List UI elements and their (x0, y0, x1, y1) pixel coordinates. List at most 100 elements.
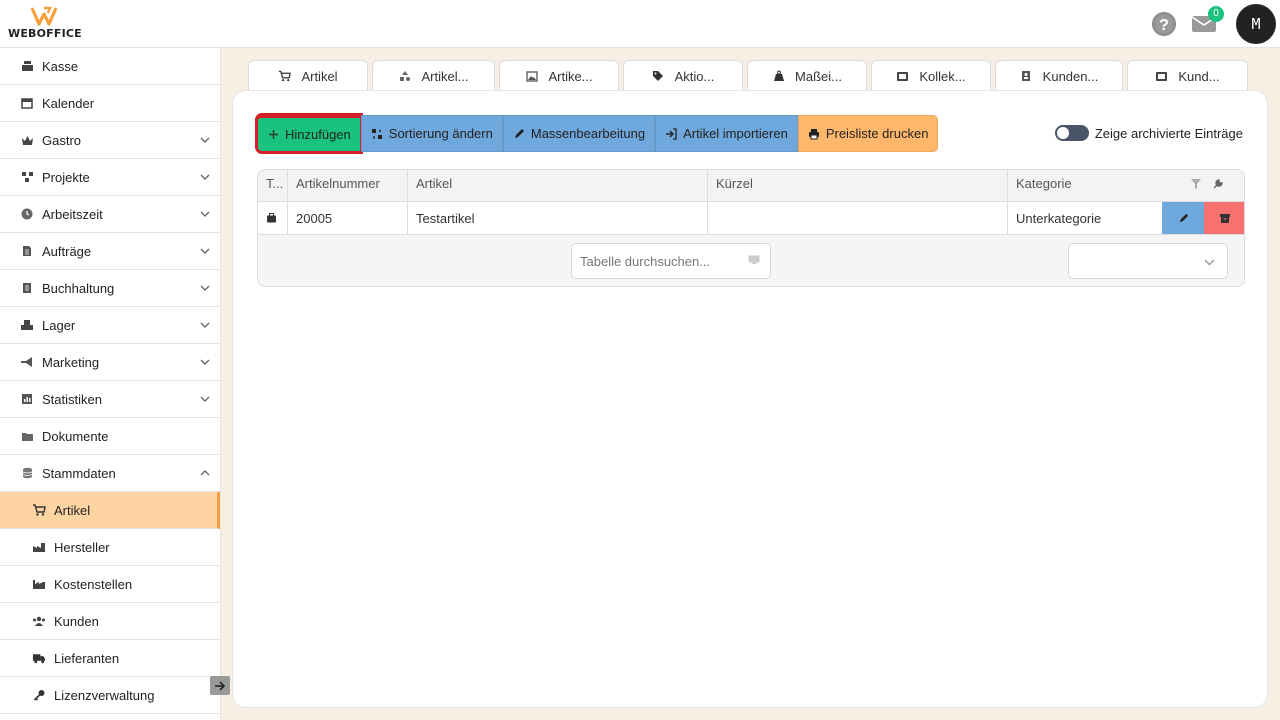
column-header-category[interactable]: Kategorie (1008, 170, 1244, 201)
chevron-down-icon (200, 248, 210, 254)
tab-kollektionen[interactable]: Kollek... (871, 60, 991, 91)
table-row[interactable]: 20005 Testartikel Unterkategorie (258, 202, 1244, 235)
main-content-card: Hinzufügen Sortierung ändern Massenbearb… (232, 90, 1268, 708)
cash-register-icon (20, 59, 34, 73)
sidebar-item-label: Statistiken (42, 391, 102, 407)
sidebar-item-label: Lieferanten (54, 650, 120, 666)
cart-icon (32, 503, 46, 517)
calendar-icon (20, 96, 34, 110)
chevron-down-icon (200, 211, 210, 217)
logo-mark-icon (30, 6, 58, 26)
sidebar-item-statistiken[interactable]: Statistiken (0, 381, 220, 418)
help-button[interactable]: ? (1152, 12, 1176, 36)
sidebar-item-kasse[interactable]: Kasse (0, 48, 220, 85)
add-button[interactable]: Hinzufügen (255, 113, 363, 154)
sidebar-subitem-kostenstellen[interactable]: Kostenstellen (0, 566, 220, 603)
sidebar-item-label: Gastro (42, 132, 82, 148)
keyboard-icon (748, 255, 760, 264)
crown-icon (20, 133, 34, 147)
tag-icon (652, 70, 665, 83)
sidebar-item-label: Arbeitszeit (42, 206, 103, 222)
wrench-icon[interactable] (1212, 178, 1224, 190)
chevron-down-icon (1204, 259, 1215, 266)
archive-row-button[interactable] (1204, 202, 1244, 234)
archive-icon (1220, 213, 1230, 223)
bulk-edit-label: Massenbearbeitung (530, 126, 646, 141)
sidebar-subitem-hersteller[interactable]: Hersteller (0, 529, 220, 566)
tab-label: Aktio... (674, 68, 715, 84)
column-header-type[interactable]: T... (258, 170, 288, 201)
key-icon (32, 688, 46, 702)
sidebar-collapse-button[interactable] (210, 676, 230, 695)
row-article-name: Testartikel (408, 202, 708, 234)
cart-icon (278, 70, 292, 83)
row-type-cell (258, 202, 288, 234)
tab-artikel-attribute[interactable]: Artikel... (372, 60, 495, 91)
sidebar-subitem-artikel[interactable]: Artikel (0, 492, 220, 529)
table-search[interactable] (571, 243, 771, 279)
collection-icon (1155, 70, 1168, 83)
pencil-icon (513, 128, 525, 140)
chevron-down-icon (200, 174, 210, 180)
sidebar-item-projekte[interactable]: Projekte (0, 159, 220, 196)
pencil-icon (1179, 213, 1188, 222)
edit-row-button[interactable] (1162, 202, 1204, 234)
print-pricelist-label: Preisliste drucken (825, 126, 929, 141)
sidebar-subitem-lieferanten[interactable]: Lieferanten (0, 640, 220, 677)
truck-icon (32, 651, 46, 665)
archived-entries-toggle[interactable]: Zeige archivierte Einträge (1054, 125, 1243, 141)
boxes-icon (20, 318, 34, 332)
sidebar-subitem-lizenzverwaltung[interactable]: Lizenzverwaltung (0, 677, 220, 714)
articles-table: T... Artikelnummer Artikel Kürzel Katego… (257, 169, 1245, 287)
chevron-down-icon (200, 137, 210, 143)
toggle-switch[interactable] (1054, 125, 1089, 141)
sidebar-item-label: Kasse (42, 58, 79, 74)
table-search-input[interactable] (572, 244, 732, 278)
sidebar-item-label: Kostenstellen (54, 576, 133, 592)
sidebar-item-marketing[interactable]: Marketing (0, 344, 220, 381)
tab-label: Artike... (548, 68, 593, 84)
sidebar-subitem-kunden[interactable]: Kunden (0, 603, 220, 640)
megaphone-icon (20, 355, 34, 369)
page-size-select[interactable] (1068, 243, 1228, 279)
tab-kundenpreise[interactable]: Kund... (1127, 60, 1248, 91)
change-sorting-button[interactable]: Sortierung ändern (360, 115, 503, 152)
column-header-category-label: Kategorie (1016, 176, 1072, 191)
sidebar-item-arbeitszeit[interactable]: Arbeitszeit (0, 196, 220, 233)
row-category-cell: Unterkategorie (1008, 202, 1244, 234)
weboffice-logo[interactable]: WEBOFFICE (8, 6, 82, 42)
sidebar-item-stammdaten[interactable]: Stammdaten (0, 455, 220, 492)
sidebar-item-kalender[interactable]: Kalender (0, 85, 220, 122)
column-header-article[interactable]: Artikel (408, 170, 708, 201)
print-pricelist-button[interactable]: Preisliste drucken (797, 115, 939, 152)
tab-label: Maßei... (795, 68, 842, 84)
sidebar-item-dokumente[interactable]: Dokumente (0, 418, 220, 455)
filter-icon[interactable] (1190, 178, 1202, 190)
tab-kundengruppen[interactable]: Kunden... (995, 60, 1123, 91)
sidebar-item-label: Projekte (42, 169, 90, 185)
sort-icon (371, 128, 383, 140)
shapes-icon (399, 70, 412, 83)
printer-icon (808, 128, 820, 140)
sidebar-item-gastro[interactable]: Gastro (0, 122, 220, 159)
column-header-article-number[interactable]: Artikelnummer (288, 170, 408, 201)
plus-icon (267, 129, 279, 141)
tab-artikel-bilder[interactable]: Artike... (499, 60, 619, 91)
sidebar-item-auftraege[interactable]: Aufträge (0, 233, 220, 270)
sidebar-item-label: Stammdaten (42, 465, 116, 481)
row-category: Unterkategorie (1016, 210, 1102, 226)
import-articles-button[interactable]: Artikel importieren (655, 115, 798, 152)
sidebar-item-label: Buchhaltung (42, 280, 115, 296)
id-card-icon (1020, 70, 1033, 83)
sidebar-item-lager[interactable]: Lager (0, 307, 220, 344)
sidebar-item-buchhaltung[interactable]: Buchhaltung (0, 270, 220, 307)
tab-aktionen[interactable]: Aktio... (623, 60, 743, 91)
add-button-label: Hinzufügen (285, 127, 351, 142)
column-header-short[interactable]: Kürzel (708, 170, 1008, 201)
bulk-edit-button[interactable]: Massenbearbeitung (502, 115, 656, 152)
user-avatar[interactable]: M (1236, 4, 1276, 44)
chevron-up-icon (200, 470, 210, 476)
tab-masseinheiten[interactable]: Maßei... (747, 60, 867, 91)
tab-artikel[interactable]: Artikel (248, 60, 368, 91)
table-header-row: T... Artikelnummer Artikel Kürzel Katego… (258, 170, 1244, 202)
